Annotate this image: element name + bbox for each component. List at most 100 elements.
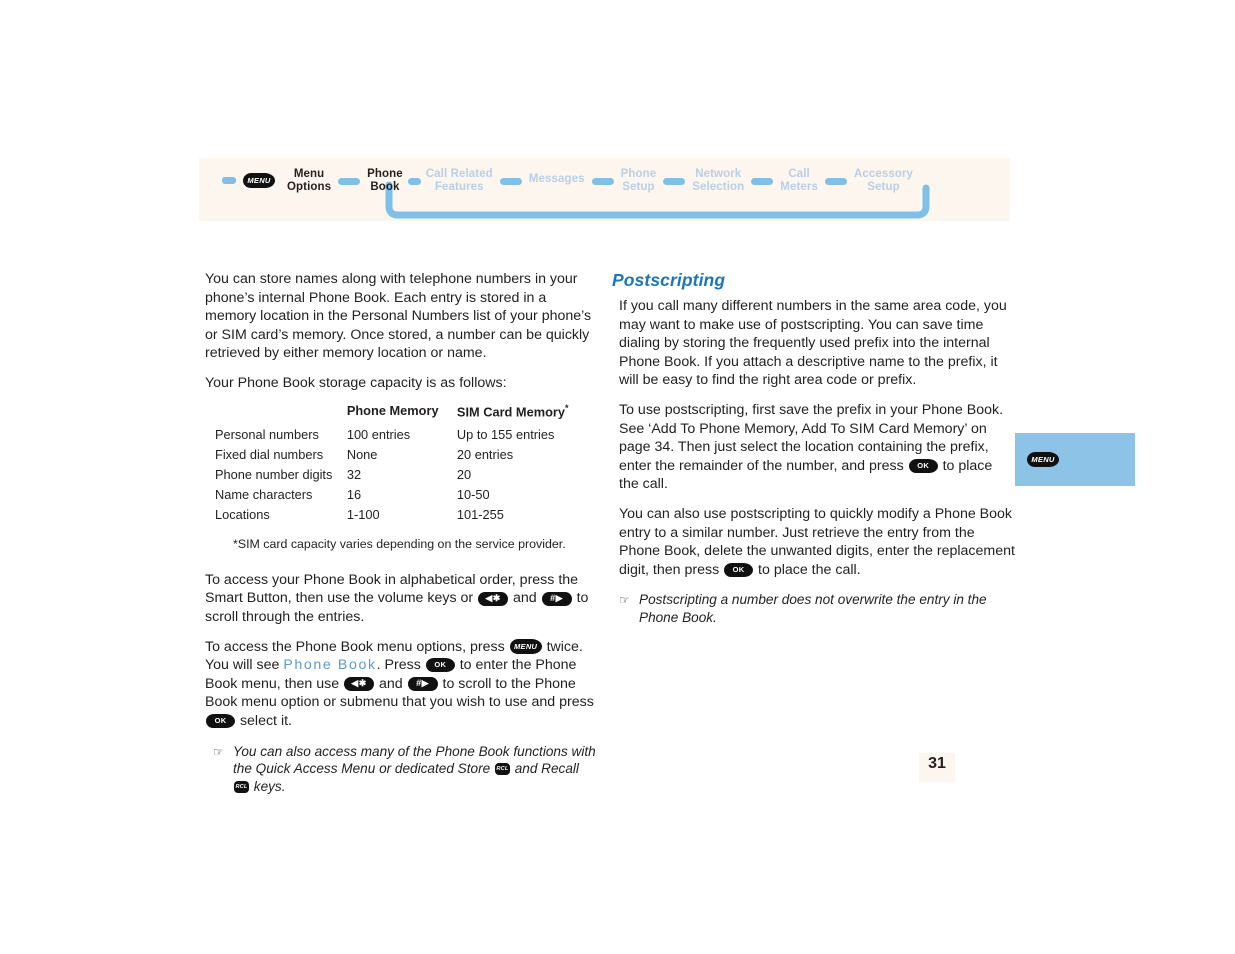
row-phone-value: 1-100: [346, 506, 380, 522]
alphabetical-access-paragraph: To access your Phone Book in alphabetica…: [205, 571, 597, 627]
row-label: Personal numbers: [215, 426, 319, 442]
pointing-hand-icon: ☞: [619, 593, 630, 608]
breadcrumb-connector: [591, 177, 614, 185]
intro-paragraph: You can store names along with telephone…: [205, 271, 592, 362]
quick-access-note: ☞ You can also access many of the Phone B…: [213, 743, 597, 796]
breadcrumb-connector: [824, 177, 847, 185]
row-label: Phone number digits: [215, 466, 333, 482]
breadcrumb-connector: [407, 177, 421, 185]
breadcrumb-label-line1: Call Related: [425, 167, 493, 180]
row-sim-value: 20: [456, 466, 472, 482]
breadcrumb-label-line2: Setup: [867, 181, 900, 193]
table-row: Phone number digits 32 20: [215, 465, 597, 485]
table-row: Name characters 16 10-50: [215, 485, 597, 505]
footnote-marker: *: [565, 402, 569, 413]
row-sim-value: Up to 155 entries: [456, 426, 555, 442]
breadcrumb-connector: [338, 177, 361, 185]
breadcrumb-label-line1: Network: [695, 167, 742, 180]
note-text-2: and Recall: [510, 761, 579, 777]
para3-text-2: to place the call.: [754, 561, 861, 578]
right-text-column: Postscripting If you call many different…: [612, 270, 1015, 626]
table-row: Personal numbers 100 entries Up to 155 e…: [215, 425, 597, 445]
menu-text-5: and: [375, 675, 407, 692]
breadcrumb-label-line1: Menu: [293, 167, 325, 180]
ok-key-icon: OK: [206, 714, 235, 729]
hash-key-icon: #▶: [541, 591, 572, 606]
breadcrumb-label-line1: Call: [788, 167, 810, 180]
breadcrumb-item-accessory-setup[interactable]: Accessory Setup: [852, 167, 915, 194]
chapter-navigation-header: MENU Menu Options Phone Book Call Relate…: [199, 158, 1010, 221]
breadcrumb-label-line2: Meters: [780, 181, 818, 193]
table-footnote: *SIM card capacity varies depending on t…: [233, 536, 566, 551]
breadcrumb-item-phone-book[interactable]: Phone Book: [365, 167, 405, 194]
postscripting-note: ☞ Postscripting a number does not overwri…: [619, 591, 1015, 626]
section-heading-postscripting: Postscripting: [612, 270, 726, 290]
menu-key-icon: MENU: [243, 173, 275, 188]
menu-key-icon: MENU: [1027, 452, 1059, 467]
postscripting-paragraph-3: You can also use postscripting to quickl…: [619, 505, 1015, 579]
breadcrumb-connector: [751, 177, 774, 185]
column-header-sim-card-memory: SIM Card Memory*: [457, 403, 597, 425]
breadcrumb-start-connector: [222, 177, 236, 184]
breadcrumb-item-call-related-features[interactable]: Call Related Features: [424, 167, 495, 194]
breadcrumb-item-network-selection[interactable]: Network Selection: [690, 167, 746, 194]
menu-key-icon: MENU: [509, 639, 542, 655]
ok-key-icon: OK: [908, 459, 938, 473]
capacity-lead-paragraph: Your Phone Book storage capacity is as f…: [205, 374, 507, 391]
hash-key-icon: #▶: [407, 677, 438, 692]
breadcrumb-item-messages[interactable]: Messages: [527, 174, 587, 188]
breadcrumb: Menu Options Phone Book Call Related Fea…: [285, 164, 915, 198]
row-phone-value: 16: [346, 486, 362, 502]
menu-text-7: select it.: [236, 712, 292, 729]
table-row: Locations 1-100 101-255: [215, 505, 597, 525]
row-sim-value: 10-50: [456, 486, 490, 502]
page-number-block: 31: [919, 753, 955, 782]
page-number: 31: [928, 755, 946, 772]
breadcrumb-label-line2: Setup: [622, 181, 655, 193]
row-sim-value: 20 entries: [456, 446, 514, 462]
pointing-hand-icon: ☞: [213, 744, 224, 759]
note-text-3: keys.: [250, 778, 286, 794]
row-phone-value: 32: [346, 466, 362, 482]
breadcrumb-item-call-meters[interactable]: Call Meters: [778, 167, 820, 194]
breadcrumb-label-line2: Features: [434, 181, 484, 193]
breadcrumb-label-line1: Phone: [620, 167, 657, 180]
note-text: Postscripting a number does not overwrit…: [639, 592, 987, 625]
row-label: Locations: [215, 506, 270, 522]
recall-key-icon: RCL: [234, 780, 249, 793]
column-header-blank: [215, 403, 347, 425]
breadcrumb-label-line2: Options: [287, 181, 332, 193]
breadcrumb-connector: [663, 177, 686, 185]
row-label: Name characters: [215, 486, 313, 502]
column-header-phone-memory: Phone Memory: [346, 403, 439, 419]
star-key-icon: ◀✱: [478, 591, 509, 606]
display-text-phone-book: Phone Book: [283, 657, 377, 674]
breadcrumb-label-line1: Accessory: [853, 167, 914, 180]
column-header-sim-label: SIM Card Memory: [456, 403, 565, 419]
breadcrumb-label-line2: Selection: [692, 181, 745, 193]
breadcrumb-connector: [499, 177, 522, 185]
ok-key-icon: OK: [425, 658, 455, 673]
breadcrumb-label-line1: Phone: [367, 167, 403, 180]
row-phone-value: None: [346, 446, 378, 462]
star-key-icon: ◀✱: [344, 677, 375, 692]
table-row: Fixed dial numbers None 20 entries: [215, 445, 597, 465]
breadcrumb-label-line1: Messages: [528, 173, 585, 186]
store-key-icon: RCL: [494, 763, 510, 776]
menu-access-paragraph: To access the Phone Book menu options, p…: [205, 638, 597, 731]
row-phone-value: 100 entries: [346, 426, 411, 442]
row-sim-value: 101-255: [456, 506, 504, 522]
postscripting-paragraph-2: To use postscripting, first save the pre…: [619, 401, 1015, 494]
breadcrumb-label-line2: Book: [370, 181, 400, 193]
storage-capacity-table: Phone Memory SIM Card Memory* Personal n…: [215, 403, 597, 525]
breadcrumb-item-menu-options[interactable]: Menu Options: [285, 167, 333, 194]
menu-text-1: To access the Phone Book menu options, p…: [205, 638, 509, 655]
menu-text-3: . Press: [376, 657, 425, 674]
side-tab-menu[interactable]: MENU: [1015, 433, 1135, 486]
left-text-column: You can store names along with telephone…: [205, 270, 597, 795]
ok-key-icon: OK: [724, 562, 754, 577]
alpha-text-2: and: [509, 590, 541, 607]
postscripting-paragraph-1: If you call many different numbers in th…: [619, 298, 1007, 389]
breadcrumb-item-phone-setup[interactable]: Phone Setup: [619, 167, 659, 194]
table-header-row: Phone Memory SIM Card Memory*: [215, 403, 597, 425]
